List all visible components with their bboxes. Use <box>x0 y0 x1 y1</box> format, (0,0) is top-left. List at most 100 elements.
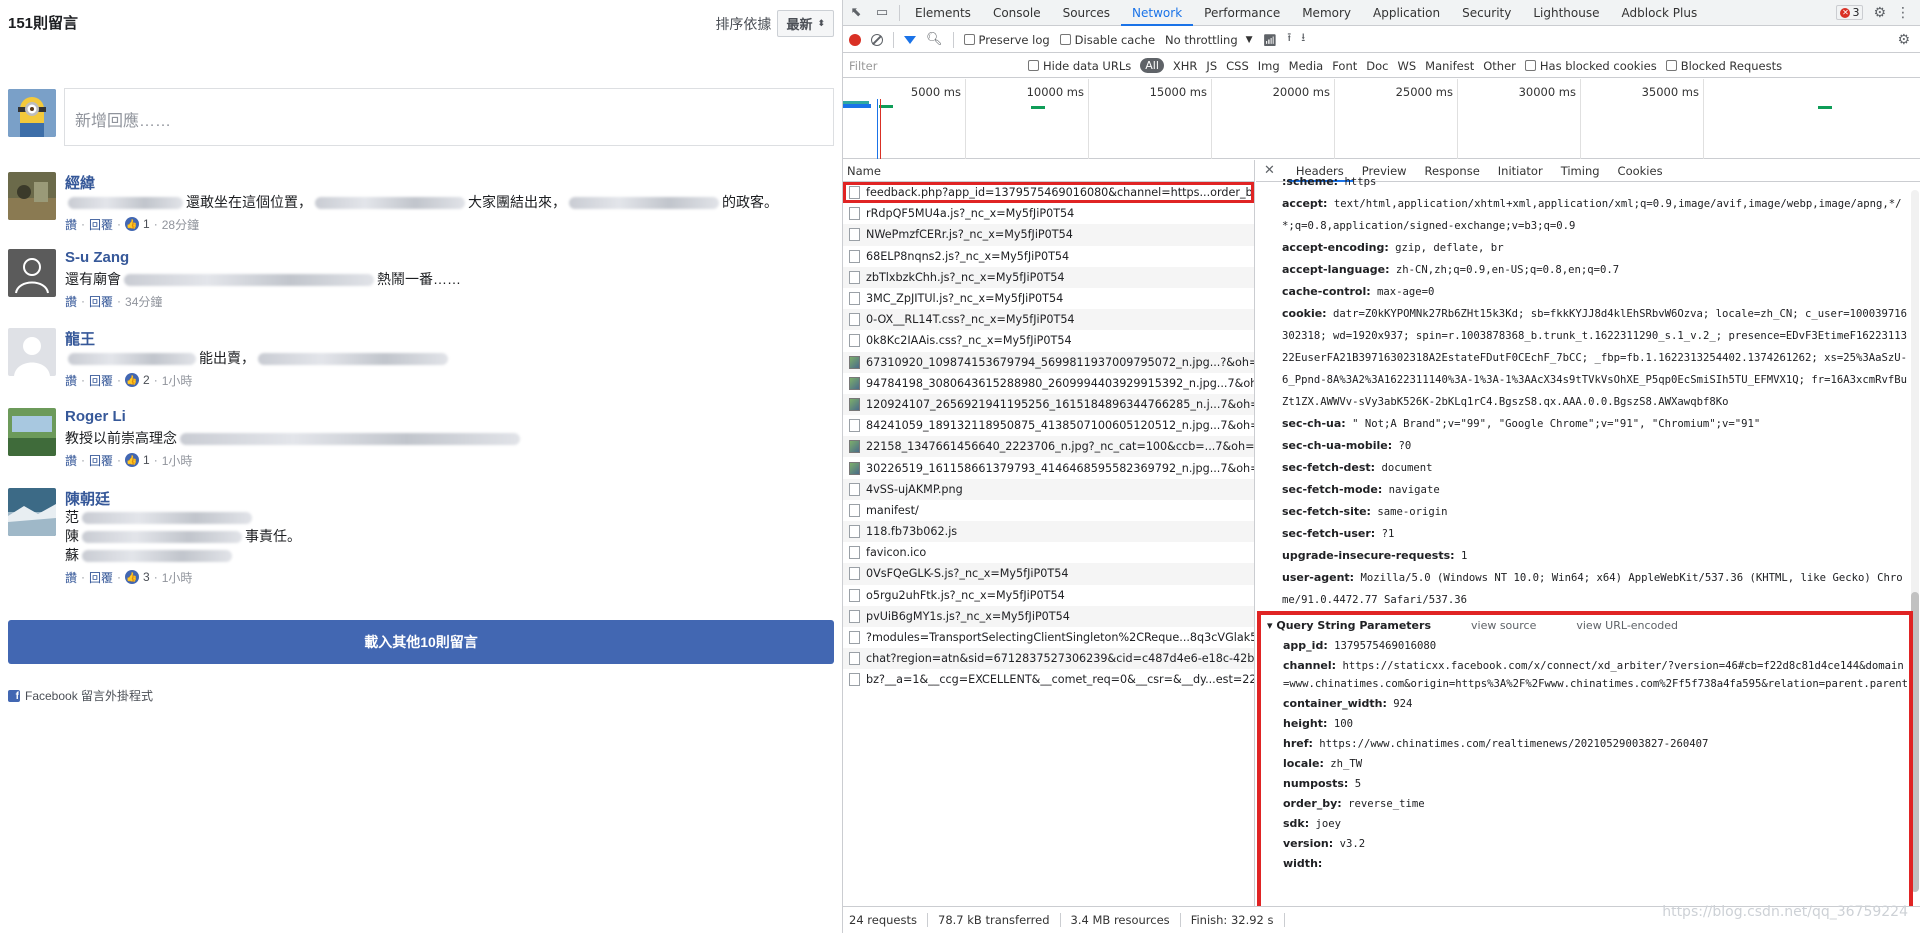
filter-input[interactable]: Filter <box>849 59 1019 73</box>
filter-type-img[interactable]: Img <box>1258 59 1280 73</box>
inspect-element-icon[interactable]: ⬉ <box>843 0 869 26</box>
request-row[interactable]: 118.fb73b062.js <box>843 521 1254 543</box>
request-row[interactable]: bz?__a=1&__ccg=EXCELLENT&__comet_req=0&_… <box>843 669 1254 690</box>
request-row[interactable]: zbTlxbzkChh.js?_nc_x=My5fJiP0T54 <box>843 266 1254 288</box>
filter-type-other[interactable]: Other <box>1483 59 1516 73</box>
request-row[interactable]: NWePmzfCERr.js?_nc_x=My5fJiP0T54 <box>843 224 1254 246</box>
like-link[interactable]: 讚 <box>65 452 77 469</box>
comment-time[interactable]: 1小時 <box>162 569 193 586</box>
tab-sources[interactable]: Sources <box>1052 0 1121 26</box>
commenter-name[interactable]: 陳朝廷 <box>65 488 834 508</box>
request-row[interactable]: 0k8Kc2IAAis.css?_nc_x=My5fJiP0T54 <box>843 330 1254 351</box>
status-finish: Finish: 32.92 s <box>1181 913 1285 927</box>
tab-security[interactable]: Security <box>1451 0 1522 26</box>
filter-type-manifest[interactable]: Manifest <box>1425 59 1474 73</box>
request-row[interactable]: feedback.php?app_id=1379575469016080&cha… <box>843 182 1254 204</box>
request-row[interactable]: 0-OX__RL14T.css?_nc_x=My5fJiP0T54 <box>843 309 1254 331</box>
request-row[interactable]: 22158_1347661456640_2223706_n.jpg?_nc_ca… <box>843 436 1254 458</box>
status-requests: 24 requests <box>849 913 928 927</box>
request-row[interactable]: pvUiB6gMY1s.js?_nc_x=My5fJiP0T54 <box>843 605 1254 627</box>
tab-console[interactable]: Console <box>982 0 1052 26</box>
like-link[interactable]: 讚 <box>65 293 77 310</box>
export-har-icon[interactable]: ⭳ <box>1301 30 1305 49</box>
plugin-link[interactable]: f Facebook 留言外掛程式 <box>8 687 153 704</box>
settings-gear-icon[interactable]: ⚙ <box>1873 5 1886 21</box>
request-row[interactable]: 68ELP8nqns2.js?_nc_x=My5fJiP0T54 <box>843 246 1254 267</box>
record-icon[interactable] <box>849 33 861 46</box>
network-conditions-icon[interactable]: 📶︎ <box>1263 33 1278 47</box>
comment-time[interactable]: 1小時 <box>162 372 193 389</box>
preserve-log-checkbox[interactable]: Preserve log <box>963 33 1050 47</box>
sort-select[interactable]: 最新 ⬍ <box>777 10 834 37</box>
clear-icon[interactable] <box>871 33 883 46</box>
request-row[interactable]: favicon.ico <box>843 542 1254 563</box>
request-row[interactable]: o5rgu2uhFtk.js?_nc_x=My5fJiP0T54 <box>843 585 1254 606</box>
request-row[interactable]: rRdpQF5MU4a.js?_nc_x=My5fJiP0T54 <box>843 203 1254 224</box>
request-row[interactable]: chat?region=atn&sid=6712837527306239&cid… <box>843 648 1254 670</box>
throttling-select[interactable]: No throttling ▼ <box>1165 33 1253 47</box>
filter-type-js[interactable]: JS <box>1206 59 1217 73</box>
network-settings-icon[interactable]: ⚙ <box>1897 32 1910 48</box>
request-row[interactable]: 94784198_3080643615288980_26099944039299… <box>843 373 1254 394</box>
filter-type-xhr[interactable]: XHR <box>1173 59 1198 73</box>
request-name: bz?__a=1&__ccg=EXCELLENT&__comet_req=0&_… <box>866 673 1254 687</box>
hide-data-urls-checkbox[interactable]: Hide data URLs <box>1028 59 1131 73</box>
like-link[interactable]: 讚 <box>65 372 77 389</box>
request-row[interactable]: 67310920_109874153679794_569981193700979… <box>843 351 1254 373</box>
filter-type-all[interactable]: All <box>1140 58 1164 73</box>
tab-adblock-plus[interactable]: Adblock Plus <box>1611 0 1709 26</box>
tab-lighthouse[interactable]: Lighthouse <box>1522 0 1610 26</box>
reply-link[interactable]: 回覆 <box>89 452 113 469</box>
filter-type-doc[interactable]: Doc <box>1366 59 1388 73</box>
header-value: same-origin <box>1377 506 1448 518</box>
reply-link[interactable]: 回覆 <box>89 293 113 310</box>
commenter-avatar <box>8 249 56 297</box>
commenter-name[interactable]: S-u Zang <box>65 249 834 269</box>
comment-time[interactable]: 28分鐘 <box>162 216 199 233</box>
comment-time[interactable]: 34分鐘 <box>125 293 162 310</box>
new-comment-input[interactable]: 新增回應…… <box>64 88 834 146</box>
search-icon[interactable]: 🔍︎ <box>926 32 943 47</box>
more-options-icon[interactable]: ⋮ <box>1896 5 1910 21</box>
like-link[interactable]: 讚 <box>65 569 77 586</box>
tab-application[interactable]: Application <box>1362 0 1451 26</box>
tab-performance[interactable]: Performance <box>1193 0 1291 26</box>
filter-type-media[interactable]: Media <box>1289 59 1324 73</box>
network-overview-timeline[interactable]: 5000 ms 10000 ms 15000 ms 20000 ms 25000 ms 3… <box>843 79 1920 159</box>
view-source-link[interactable]: view source <box>1471 615 1536 637</box>
commenter-name[interactable]: 龍王 <box>65 328 834 348</box>
device-toolbar-icon[interactable]: ▭ <box>869 0 895 26</box>
qsp-title[interactable]: Query String Parameters <box>1267 615 1431 637</box>
filter-type-css[interactable]: CSS <box>1226 59 1249 73</box>
timeline-bar <box>1818 106 1832 109</box>
filter-type-ws[interactable]: WS <box>1397 59 1416 73</box>
tab-network[interactable]: Network <box>1121 0 1194 26</box>
error-badge[interactable]: ✕ 3 <box>1836 5 1864 20</box>
tab-memory[interactable]: Memory <box>1291 0 1362 26</box>
request-row[interactable]: 30226519_161158661379793_414646859558236… <box>843 457 1254 478</box>
name-column-header[interactable]: Name <box>843 160 1254 182</box>
has-blocked-cookies-checkbox[interactable]: Has blocked cookies <box>1524 59 1657 73</box>
reply-link[interactable]: 回覆 <box>89 372 113 389</box>
filter-type-font[interactable]: Font <box>1332 59 1357 73</box>
request-row[interactable]: ?modules=TransportSelectingClientSinglet… <box>843 627 1254 648</box>
request-row[interactable]: 84241059_189132118950875_413850710060512… <box>843 415 1254 436</box>
request-row[interactable]: 3MC_ZpJITUl.js?_nc_x=My5fJiP0T54 <box>843 288 1254 309</box>
like-link[interactable]: 讚 <box>65 216 77 233</box>
import-har-icon[interactable]: ⭱ <box>1287 30 1291 49</box>
disable-cache-checkbox[interactable]: Disable cache <box>1059 33 1155 47</box>
reply-link[interactable]: 回覆 <box>89 569 113 586</box>
reply-link[interactable]: 回覆 <box>89 216 113 233</box>
request-row[interactable]: 120924107_2656921941195256_1615184896344… <box>843 393 1254 416</box>
filter-icon[interactable] <box>904 35 916 44</box>
comment-time[interactable]: 1小時 <box>162 452 193 469</box>
view-url-encoded-link[interactable]: view URL-encoded <box>1576 615 1678 637</box>
tab-elements[interactable]: Elements <box>904 0 982 26</box>
request-row[interactable]: manifest/ <box>843 500 1254 521</box>
blocked-requests-checkbox[interactable]: Blocked Requests <box>1665 59 1782 73</box>
commenter-name[interactable]: 經緯 <box>65 172 834 192</box>
request-row[interactable]: 4vSS-ujAKMP.png <box>843 478 1254 500</box>
request-row[interactable]: 0VsFQeGLK-S.js?_nc_x=My5fJiP0T54 <box>843 563 1254 585</box>
load-more-button[interactable]: 載入其他10則留言 <box>8 620 834 664</box>
commenter-name[interactable]: Roger Li <box>65 408 834 428</box>
